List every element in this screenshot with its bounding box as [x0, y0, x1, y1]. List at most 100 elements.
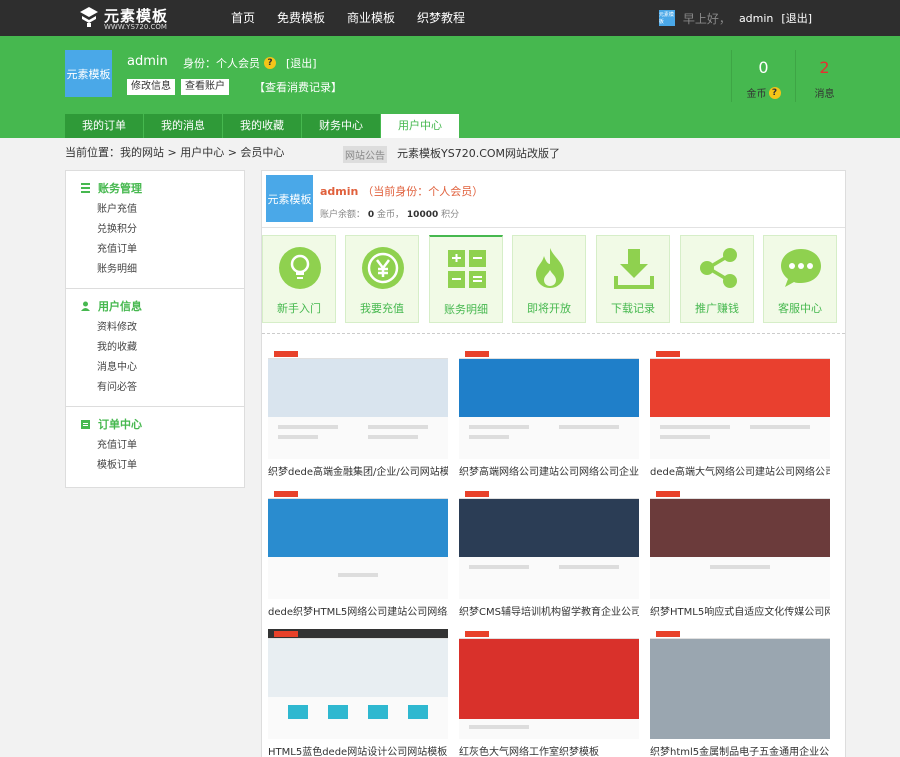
template-thumbnail[interactable] [650, 629, 830, 739]
sidebar-item-recharge-orders[interactable]: 充值订单 [66, 436, 244, 456]
template-card[interactable]: HTML5蓝色dede网站设计公司网站模板 [268, 629, 448, 757]
profile-role: （当前身份：个人会员） [362, 185, 484, 198]
tile-download-records[interactable]: 下载记录 [596, 235, 670, 323]
tile-recharge[interactable]: 我要充值 [345, 235, 419, 323]
template-card[interactable]: 织梦高端网络公司建站公司网络公司企业网 [459, 349, 639, 478]
tab-finance-center[interactable]: 财务中心 [302, 114, 381, 138]
divider [262, 227, 845, 228]
nav-free-templates[interactable]: 免费模板 [266, 0, 336, 36]
template-thumbnail[interactable] [459, 629, 639, 739]
sidebar-item-message-center[interactable]: 消息中心 [66, 358, 244, 378]
sidebar-item-favorites[interactable]: 我的收藏 [66, 338, 244, 358]
nav-dede-tutorials[interactable]: 织梦教程 [406, 0, 476, 36]
tile-coming-soon[interactable]: 即将开放 [512, 235, 586, 323]
sidebar-item-recharge[interactable]: 账户充值 [66, 200, 244, 220]
sidebar-group-user-info: 用户信息 资料修改 我的收藏 消息中心 有问必答 [66, 289, 244, 407]
template-card[interactable]: 织梦dede高端金融集团/企业/公司网站模 [268, 349, 448, 478]
profile-avatar[interactable]: 元素模板 [266, 175, 313, 222]
top-avatar[interactable]: 元素模板 [658, 10, 675, 26]
tile-label: 即将开放 [527, 302, 571, 315]
template-card[interactable]: dede织梦HTML5网络公司建站公司网络工 [268, 489, 448, 618]
template-card[interactable]: 织梦CMS辅导培训机构留学教育企业公司 [459, 489, 639, 618]
template-title[interactable]: HTML5蓝色dede网站设计公司网站模板 [268, 743, 448, 757]
top-logout-link[interactable]: [退出] [781, 10, 812, 26]
tab-my-messages[interactable]: 我的消息 [144, 114, 223, 138]
tile-account-details[interactable]: 账务明细 [429, 235, 503, 323]
template-thumbnail[interactable] [650, 489, 830, 599]
sidebar-item-account-details[interactable]: 账务明细 [66, 260, 244, 280]
help-icon[interactable]: ? [264, 57, 276, 69]
notice-text[interactable]: 元素模板YS720.COM网站改版了 [397, 145, 560, 161]
view-account-button[interactable]: 查看账户 [181, 79, 229, 95]
greeting-text: 早上好， [682, 11, 731, 26]
sidebar-group-label: 订单中心 [98, 418, 142, 431]
tile-label: 账务明细 [444, 303, 488, 316]
sidebar-group-label: 账务管理 [98, 182, 142, 195]
balance-points-unit: 积分 [441, 210, 460, 220]
sidebar-group-title: 用户信息 [66, 298, 244, 314]
nav-commercial-templates[interactable]: 商业模板 [336, 0, 406, 36]
template-title[interactable]: 织梦HTML5响应式自适应文化传媒公司网 [650, 603, 830, 618]
template-title[interactable]: 织梦CMS辅导培训机构留学教育企业公司 [459, 603, 639, 618]
balance-label: 账户余额： [320, 210, 366, 220]
template-thumbnail[interactable] [268, 489, 448, 599]
tab-user-center[interactable]: 用户中心 [381, 114, 460, 138]
sidebar-item-faq[interactable]: 有问必答 [66, 378, 244, 398]
template-card[interactable]: 红灰色大气网络工作室织梦模板 [459, 629, 639, 757]
template-thumbnail[interactable] [268, 349, 448, 459]
template-card[interactable]: 织梦html5金属制品电子五金通用企业公司 [650, 629, 830, 757]
user-icon [81, 301, 90, 311]
tile-promote-earn[interactable]: 推广赚钱 [680, 235, 754, 323]
tile-beginner[interactable]: 新手入门 [262, 235, 336, 323]
tile-customer-service[interactable]: 客服中心 [763, 235, 837, 323]
header-logout-link[interactable]: [退出] [286, 55, 317, 71]
header-username: admin [127, 54, 168, 69]
balance-coins-unit: 金币， [377, 210, 405, 220]
template-card[interactable]: 织梦HTML5响应式自适应文化传媒公司网 [650, 489, 830, 618]
template-thumbnail[interactable] [650, 349, 830, 459]
consumption-records-link[interactable]: 【查看消费记录】 [254, 79, 342, 95]
sidebar-group-orders: 订单中心 充值订单 模板订单 [66, 407, 244, 484]
template-thumbnail[interactable] [459, 349, 639, 459]
template-title[interactable]: 织梦dede高端金融集团/企业/公司网站模 [268, 463, 448, 478]
template-card[interactable]: dede高端大气网络公司建站公司网络公司 [650, 349, 830, 478]
lightbulb-icon [279, 247, 321, 289]
coins-value: 0 [758, 58, 769, 77]
sidebar-item-exchange-points[interactable]: 兑换积分 [66, 220, 244, 240]
divider [262, 333, 845, 334]
template-thumbnail[interactable] [268, 629, 448, 739]
tab-my-favorites[interactable]: 我的收藏 [223, 114, 302, 138]
coins-stat[interactable]: 0 金币 ? [731, 50, 795, 102]
download-icon [614, 249, 654, 289]
messages-label: 消息 [814, 89, 835, 100]
template-title[interactable]: 红灰色大气网络工作室织梦模板 [459, 743, 639, 757]
coins-help-icon[interactable]: ? [768, 86, 781, 99]
tile-label: 推广赚钱 [695, 302, 739, 315]
template-thumbnail[interactable] [459, 489, 639, 599]
template-title[interactable]: 织梦html5金属制品电子五金通用企业公司 [650, 743, 830, 757]
flame-icon [536, 248, 564, 288]
top-nav: 首页 免费模板 商业模板 织梦教程 [220, 0, 476, 36]
template-title[interactable]: 织梦高端网络公司建站公司网络公司企业网 [459, 463, 639, 478]
sidebar-item-template-orders[interactable]: 模板订单 [66, 456, 244, 476]
site-logo[interactable]: 元素模板 WWW.YS720.COM [78, 4, 168, 32]
profile-name-row: admin （当前身份：个人会员） [320, 183, 483, 199]
logo-url: WWW.YS720.COM [104, 23, 167, 31]
sidebar: 账务管理 账户充值 兑换积分 充值订单 账务明细 用户信息 资料修改 我的收藏 … [65, 170, 245, 488]
balance-points: 10000 [406, 210, 439, 220]
balance-row: 账户余额： 0 金币， 10000 积分 [320, 207, 459, 220]
tab-my-orders[interactable]: 我的订单 [65, 114, 144, 138]
nav-home[interactable]: 首页 [220, 0, 266, 36]
tile-label: 下载记录 [611, 302, 655, 315]
top-username[interactable]: admin [739, 12, 773, 25]
messages-stat[interactable]: 2 消息 [795, 50, 853, 102]
sidebar-group-title: 订单中心 [66, 416, 244, 432]
template-title[interactable]: dede高端大气网络公司建站公司网络公司 [650, 463, 830, 478]
template-title[interactable]: dede织梦HTML5网络公司建站公司网络工 [268, 603, 448, 618]
main-panel: 元素模板 admin （当前身份：个人会员） 账户余额： 0 金币， 10000… [261, 170, 846, 757]
sidebar-item-recharge-orders[interactable]: 充值订单 [66, 240, 244, 260]
edit-info-button[interactable]: 修改信息 [127, 79, 175, 95]
user-avatar[interactable]: 元素模板 [65, 50, 112, 97]
sidebar-item-edit-profile[interactable]: 资料修改 [66, 318, 244, 338]
coins-label-row: 金币 ? [732, 85, 795, 100]
